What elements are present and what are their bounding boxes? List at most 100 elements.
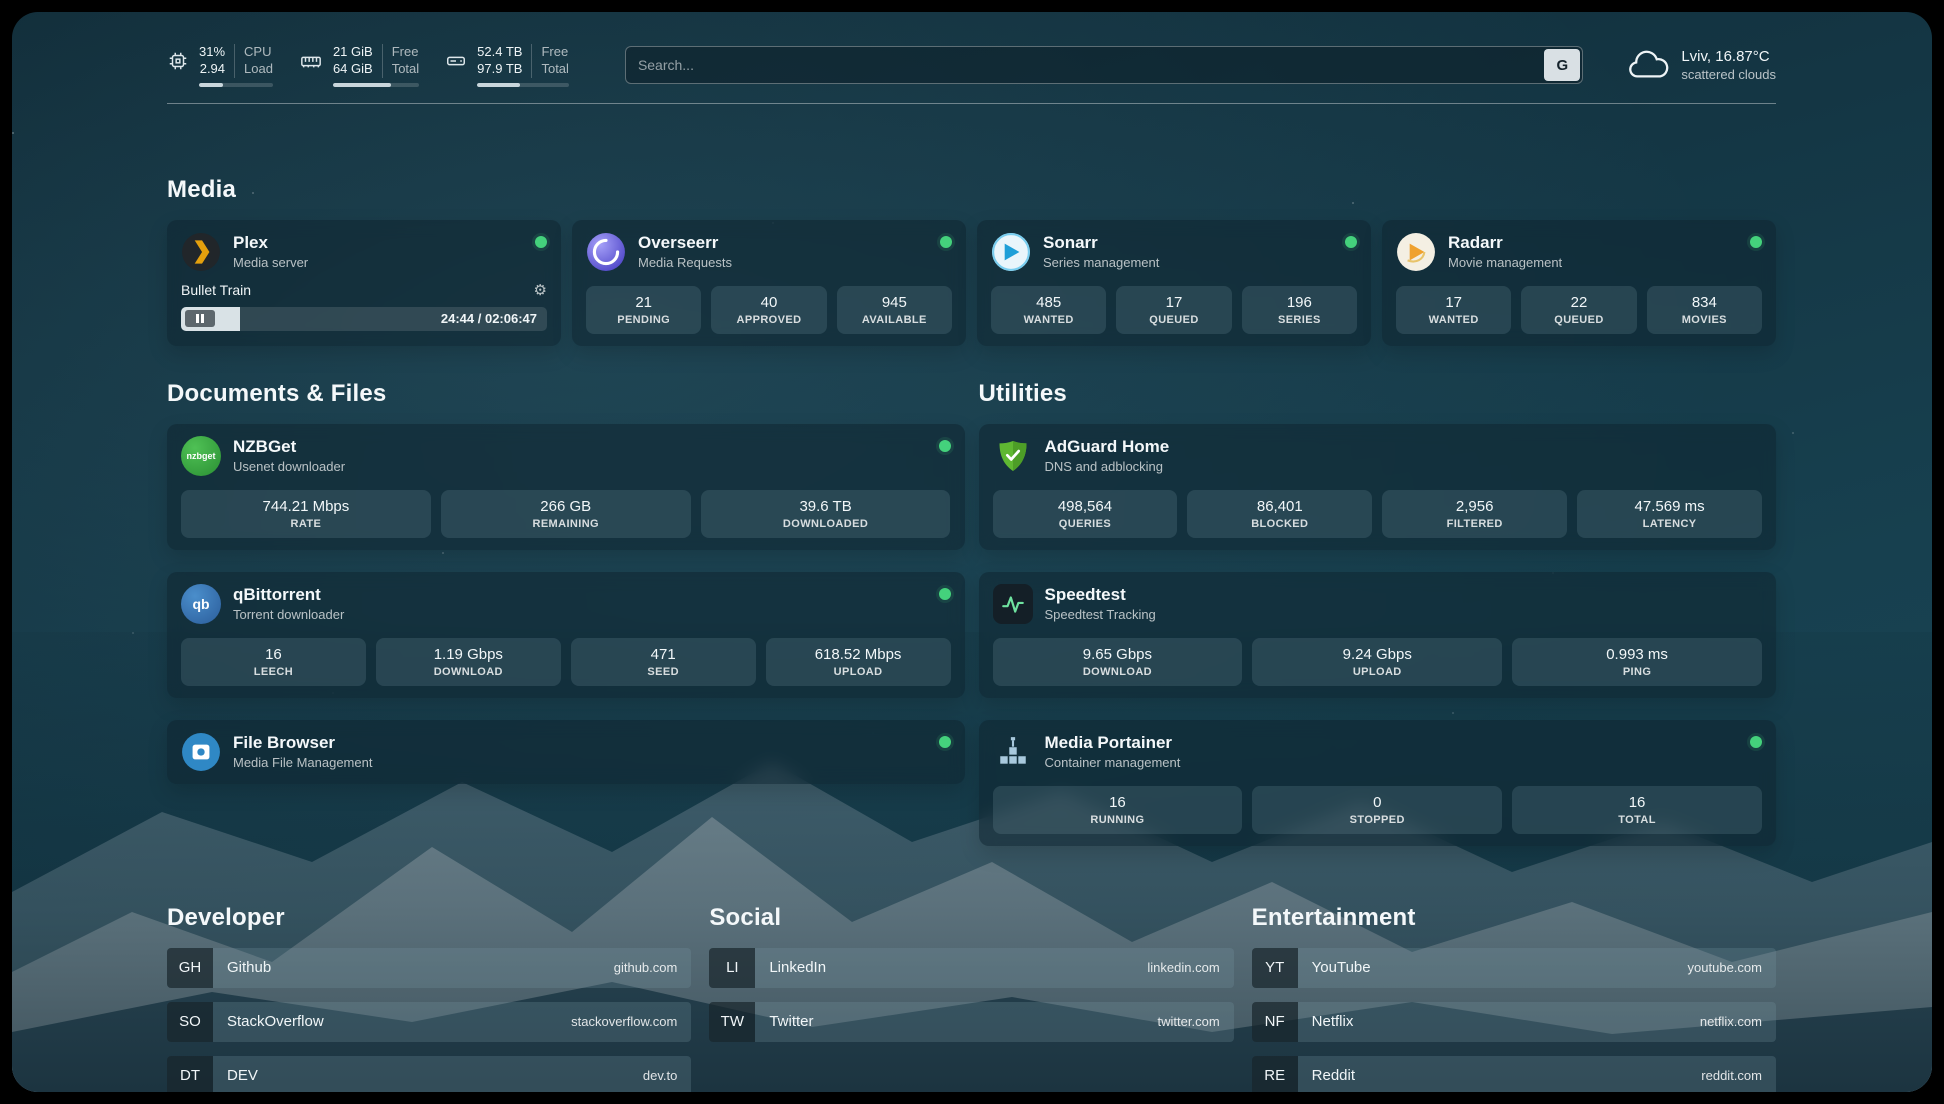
stat-label: APPROVED: [715, 314, 822, 326]
pause-button[interactable]: [185, 310, 215, 327]
stat-value: 16: [997, 794, 1239, 811]
stat-label: LATENCY: [1581, 518, 1758, 530]
stat-value: 17: [1400, 294, 1507, 311]
stat-value: 834: [1651, 294, 1758, 311]
stat: 39.6 TB DOWNLOADED: [701, 490, 951, 538]
cpu-metric-body: 31% 2.94 CPU Load: [199, 44, 273, 87]
gear-icon[interactable]: ⚙: [534, 281, 547, 299]
weather-condition: scattered clouds: [1681, 67, 1776, 82]
stat-label: RUNNING: [997, 814, 1239, 826]
service-desc: Media File Management: [233, 755, 372, 770]
bookmark-linkedin[interactable]: LI LinkedIn linkedin.com: [709, 948, 1233, 988]
service-desc: Torrent downloader: [233, 607, 344, 622]
stat-value: 16: [185, 646, 362, 663]
stat-value: 47.569 ms: [1581, 498, 1758, 515]
service-card-radarr[interactable]: Radarr Movie management 17 WANTED 22 QUE…: [1382, 220, 1776, 346]
bookmark-name: StackOverflow: [227, 1013, 324, 1030]
bookmark-youtube[interactable]: YT YouTube youtube.com: [1252, 948, 1776, 988]
bookmark-url: dev.to: [643, 1068, 677, 1083]
cpu-metric: 31% 2.94 CPU Load: [167, 44, 273, 87]
adguard-text: AdGuard Home DNS and adblocking: [1045, 437, 1170, 474]
service-name: NZBGet: [233, 437, 345, 457]
stat-value: 618.52 Mbps: [770, 646, 947, 663]
service-card-adguard[interactable]: AdGuard Home DNS and adblocking 498,564 …: [979, 424, 1777, 550]
stat: 17 WANTED: [1396, 286, 1511, 334]
filebrowser-header: File Browser Media File Management: [181, 732, 951, 772]
stat-label: RATE: [185, 518, 427, 530]
stat-label: DOWNLOAD: [997, 666, 1239, 678]
bookmarks-social: Social LI LinkedIn linkedin.com TW Twitt…: [709, 904, 1233, 1092]
stat-label: WANTED: [1400, 314, 1507, 326]
bookmarks-developer: Developer GH Github github.com SO StackO…: [167, 904, 691, 1092]
section-title-utilities: Utilities: [979, 380, 1777, 408]
status-dot: [939, 440, 951, 452]
stat-label: MOVIES: [1651, 314, 1758, 326]
sonarr-icon: [991, 232, 1031, 272]
service-card-plex[interactable]: Plex Media server Bullet Train ⚙ 24:44 /…: [167, 220, 561, 346]
stat: 47.569 ms LATENCY: [1577, 490, 1762, 538]
status-dot: [939, 588, 951, 600]
bookmark-url: reddit.com: [1701, 1068, 1762, 1083]
stat-value: 86,401: [1191, 498, 1368, 515]
stat: 196 SERIES: [1242, 286, 1357, 334]
stat: 21 PENDING: [586, 286, 701, 334]
stat: 1.19 Gbps DOWNLOAD: [376, 638, 561, 686]
bookmark-name: Github: [227, 959, 271, 976]
radarr-header: Radarr Movie management: [1396, 232, 1762, 272]
stat-label: DOWNLOADED: [705, 518, 947, 530]
overseerr-stats: 21 PENDING 40 APPROVED 945 AVAILABLE: [586, 286, 952, 334]
search-input[interactable]: [625, 46, 1583, 84]
bookmark-netflix[interactable]: NF Netflix netflix.com: [1252, 1002, 1776, 1042]
overseerr-text: Overseerr Media Requests: [638, 233, 732, 270]
service-card-speedtest[interactable]: Speedtest Speedtest Tracking 9.65 Gbps D…: [979, 572, 1777, 698]
stat-value: 40: [715, 294, 822, 311]
bookmark-url: twitter.com: [1158, 1014, 1220, 1029]
service-card-overseerr[interactable]: Overseerr Media Requests 21 PENDING 40 A…: [572, 220, 966, 346]
stat: 471 SEED: [571, 638, 756, 686]
stat-value: 16: [1516, 794, 1758, 811]
service-desc: Media server: [233, 255, 308, 270]
cpu-value: 31%: [199, 44, 225, 61]
filebrowser-text: File Browser Media File Management: [233, 733, 372, 770]
cloud-icon: [1627, 49, 1669, 81]
bookmark-url: youtube.com: [1688, 960, 1762, 975]
service-card-filebrowser[interactable]: File Browser Media File Management: [167, 720, 965, 784]
bookmark-url: stackoverflow.com: [571, 1014, 677, 1029]
now-playing-progress[interactable]: 24:44 / 02:06:47: [181, 307, 547, 331]
ram-metric: 21 GiB 64 GiB Free Total: [299, 44, 419, 87]
stat-value: 17: [1120, 294, 1227, 311]
service-desc: DNS and adblocking: [1045, 459, 1170, 474]
service-desc: Speedtest Tracking: [1045, 607, 1156, 622]
stat-value: 1.19 Gbps: [380, 646, 557, 663]
stat: 0 STOPPED: [1252, 786, 1502, 834]
nzbget-text: NZBGet Usenet downloader: [233, 437, 345, 474]
stat-label: DOWNLOAD: [380, 666, 557, 678]
service-card-portainer[interactable]: Media Portainer Container management 16 …: [979, 720, 1777, 846]
bookmark-github[interactable]: GH Github github.com: [167, 948, 691, 988]
portainer-icon: [993, 732, 1033, 772]
stat-label: PENDING: [590, 314, 697, 326]
speedtest-icon: [993, 584, 1033, 624]
service-card-qbittorrent[interactable]: qb qBittorrent Torrent downloader 16 LEE…: [167, 572, 965, 698]
service-card-nzbget[interactable]: nzbget NZBGet Usenet downloader 744.21 M…: [167, 424, 965, 550]
bookmark-twitter[interactable]: TW Twitter twitter.com: [709, 1002, 1233, 1042]
bookmark-reddit[interactable]: RE Reddit reddit.com: [1252, 1056, 1776, 1092]
stat: 744.21 Mbps RATE: [181, 490, 431, 538]
disk-free-value: 52.4 TB: [477, 44, 522, 61]
stat: 618.52 Mbps UPLOAD: [766, 638, 951, 686]
bookmark-abbr: YT: [1252, 948, 1298, 988]
stat-value: 471: [575, 646, 752, 663]
service-name: File Browser: [233, 733, 372, 753]
search-provider-button[interactable]: G: [1544, 49, 1580, 81]
now-playing-row: Bullet Train ⚙: [181, 281, 547, 299]
status-dot: [535, 236, 547, 248]
bookmark-url: linkedin.com: [1147, 960, 1219, 975]
bookmark-dev[interactable]: DT DEV dev.to: [167, 1056, 691, 1092]
now-playing-title: Bullet Train: [181, 282, 251, 298]
radarr-text: Radarr Movie management: [1448, 233, 1562, 270]
service-card-sonarr[interactable]: Sonarr Series management 485 WANTED 17 Q…: [977, 220, 1371, 346]
bookmark-stackoverflow[interactable]: SO StackOverflow stackoverflow.com: [167, 1002, 691, 1042]
stat-label: QUERIES: [997, 518, 1174, 530]
stat-label: REMAINING: [445, 518, 687, 530]
speedtest-header: Speedtest Speedtest Tracking: [993, 584, 1763, 624]
